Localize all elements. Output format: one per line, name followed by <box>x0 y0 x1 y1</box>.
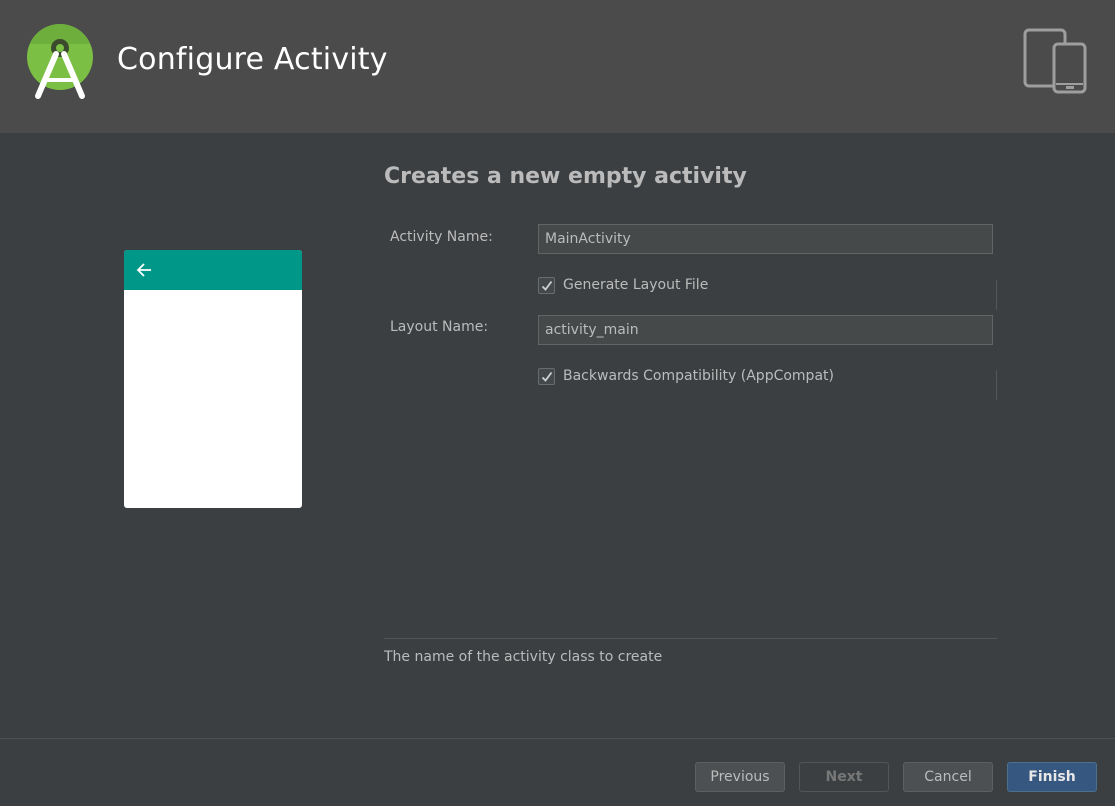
checkmark-icon <box>541 280 553 291</box>
layout-name-label: Layout Name: <box>390 319 489 335</box>
footer-separator <box>0 738 1115 739</box>
generate-layout-checkbox-row[interactable]: Generate Layout File <box>538 275 708 295</box>
field-description: The name of the activity class to create <box>384 649 663 665</box>
section-title: Creates a new empty activity <box>384 164 747 189</box>
backwards-compat-checkbox-row[interactable]: Backwards Compatibility (AppCompat) <box>538 366 834 386</box>
preview-toolbar <box>124 250 302 290</box>
activity-name-input[interactable] <box>538 224 993 254</box>
backwards-compat-label: Backwards Compatibility (AppCompat) <box>563 368 834 384</box>
layout-name-input[interactable] <box>538 315 993 345</box>
wizard-header: Configure Activity <box>0 0 1115 133</box>
backwards-compat-checkbox[interactable] <box>538 367 555 385</box>
activity-name-label: Activity Name: <box>390 229 493 245</box>
previous-button[interactable]: Previous <box>695 762 785 792</box>
generate-layout-label: Generate Layout File <box>563 277 709 293</box>
dialog-title: Configure Activity <box>117 42 388 77</box>
finish-button[interactable]: Finish <box>1007 762 1097 792</box>
divider <box>996 370 997 400</box>
checkmark-icon <box>541 371 553 382</box>
divider <box>996 280 997 310</box>
activity-preview <box>124 250 302 508</box>
generate-layout-checkbox[interactable] <box>538 276 555 294</box>
arrow-left-icon <box>136 263 151 277</box>
android-studio-logo-icon <box>27 24 93 99</box>
tablet-phone-icon <box>1023 28 1087 94</box>
cancel-button[interactable]: Cancel <box>903 762 993 792</box>
description-separator <box>384 638 997 639</box>
next-button[interactable]: Next <box>799 762 889 792</box>
